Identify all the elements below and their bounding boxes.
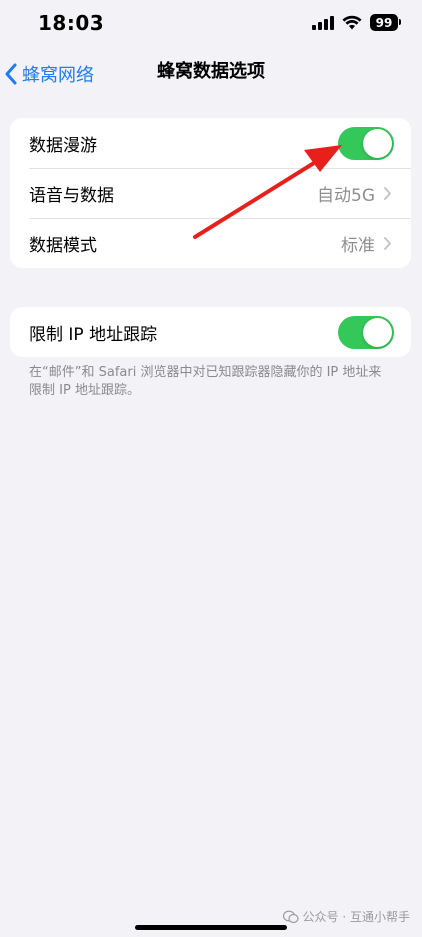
limit-ip-tracking-label: 限制 IP 地址跟踪: [29, 324, 158, 345]
data-roaming-label: 数据漫游: [29, 135, 97, 156]
status-time: 18:03: [38, 11, 105, 35]
nav-bar: 蜂窝数据选项 蜂窝网络: [0, 52, 422, 96]
chevron-right-icon: [384, 236, 391, 250]
home-indicator[interactable]: [135, 925, 287, 930]
data-roaming-row: 数据漫游: [10, 118, 411, 168]
data-mode-label: 数据模式: [29, 235, 97, 256]
limit-ip-tracking-row: 限制 IP 地址跟踪: [10, 307, 411, 357]
voice-data-value: 自动5G: [317, 185, 375, 206]
status-icons: 99: [312, 14, 401, 31]
voice-data-row[interactable]: 语音与数据 自动5G: [10, 168, 411, 218]
status-bar: 18:03 99: [0, 0, 422, 48]
toggle-knob: [363, 128, 392, 158]
ip-tracking-group: 限制 IP 地址跟踪: [10, 307, 411, 357]
voice-data-label: 语音与数据: [29, 185, 114, 206]
ip-tracking-footnote: 在“邮件”和 Safari 浏览器中对已知跟踪器隐藏你的 IP 地址来限制 IP…: [29, 365, 382, 398]
wifi-icon: [342, 15, 362, 30]
chevron-left-icon: [5, 63, 17, 85]
chevron-right-icon: [384, 186, 391, 200]
watermark-text: 公众号 · 互通小帮手: [302, 910, 410, 924]
battery-icon: 99: [370, 14, 401, 31]
data-mode-row[interactable]: 数据模式 标准: [10, 218, 411, 268]
back-button[interactable]: 蜂窝网络: [0, 52, 94, 96]
wechat-icon: [282, 910, 299, 923]
data-roaming-toggle[interactable]: [338, 126, 394, 160]
back-label: 蜂窝网络: [22, 65, 94, 86]
cellular-options-group: 数据漫游 语音与数据 自动5G 数据模式 标准: [10, 118, 411, 268]
toggle-knob: [363, 317, 392, 347]
data-mode-value: 标准: [341, 235, 375, 256]
limit-ip-tracking-toggle[interactable]: [338, 315, 394, 349]
cellular-signal-icon: [312, 15, 334, 30]
watermark: 公众号 · 互通小帮手: [282, 908, 410, 925]
